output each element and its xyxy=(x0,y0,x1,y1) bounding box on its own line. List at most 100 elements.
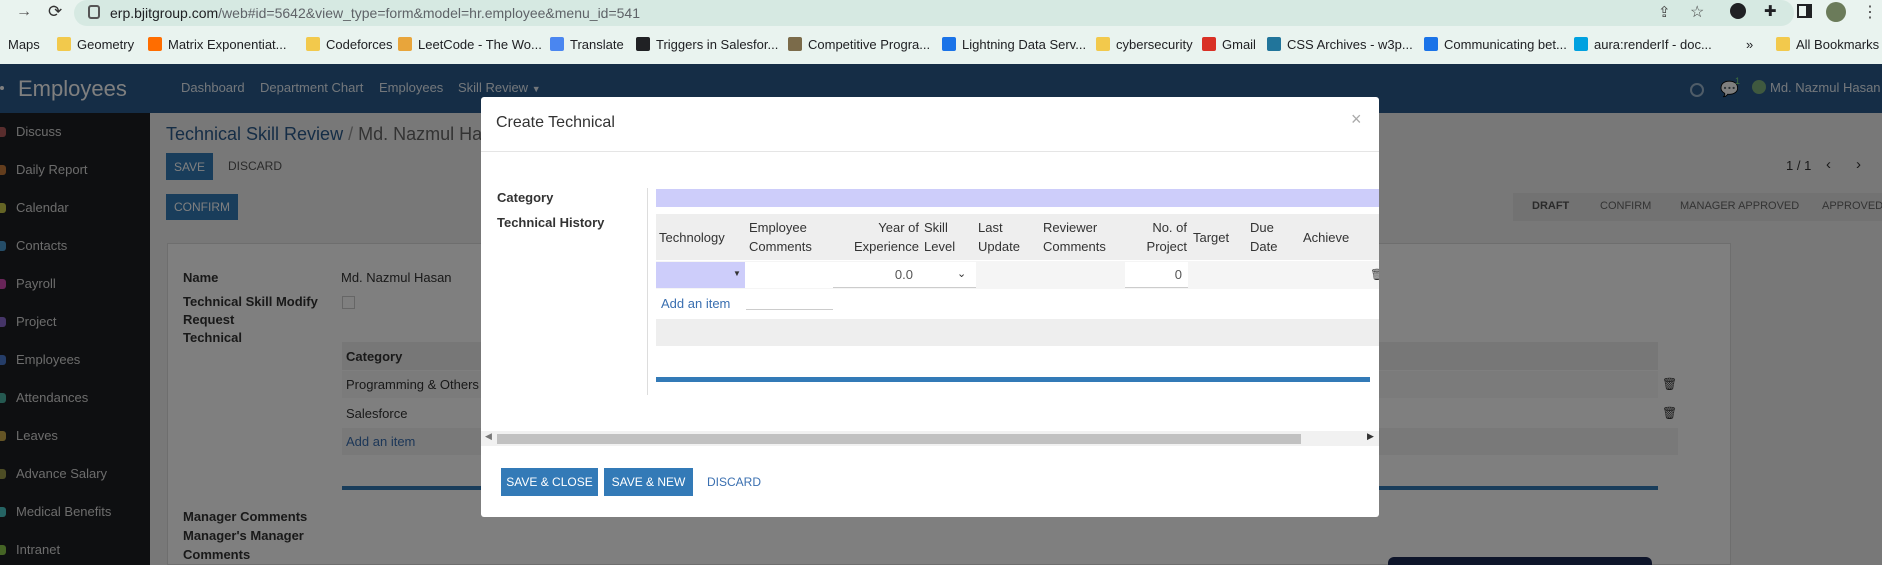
translate-icon xyxy=(550,37,564,51)
cybersecurity-icon xyxy=(1096,37,1110,51)
star-icon[interactable]: ☆ xyxy=(1690,2,1704,22)
bookmark-cybersecurity[interactable]: cybersecurity xyxy=(1096,37,1193,52)
column-header[interactable]: Year of Experience xyxy=(833,218,919,256)
column-header-line: Achieve xyxy=(1303,230,1350,245)
save-close-button[interactable]: SAVE & CLOSE xyxy=(501,468,598,496)
bookmark-label: Translate xyxy=(570,37,624,52)
skill-level-select[interactable] xyxy=(920,262,976,288)
column-header[interactable]: Reviewer Comments xyxy=(1043,218,1123,256)
column-header-line: Comments xyxy=(749,239,812,254)
employee-comments-input[interactable] xyxy=(745,262,833,288)
matrix-exponentiation-icon xyxy=(148,37,162,51)
bookmark-lightning-data-service[interactable]: Lightning Data Serv... xyxy=(942,37,1086,52)
reload-icon[interactable]: ⟳ xyxy=(48,2,62,22)
forward-icon[interactable]: → xyxy=(16,3,32,21)
column-header[interactable]: Last Update xyxy=(978,218,1042,256)
url-text: erp.bjitgroup.com/web#id=5642&view_type=… xyxy=(110,5,641,21)
triggers-salesforce-icon xyxy=(636,37,650,51)
close-icon[interactable]: × xyxy=(1351,109,1362,130)
column-header-line: Project xyxy=(1146,239,1187,254)
column-header-line: Due xyxy=(1250,220,1274,235)
bookmark-label: Geometry xyxy=(77,37,135,52)
history-table-bottom-bar xyxy=(656,377,1370,382)
bookmark-aura-renderif[interactable]: aura:renderIf - doc... xyxy=(1574,37,1712,52)
gmail-icon xyxy=(1202,37,1216,51)
column-header-line: Last xyxy=(978,220,1003,235)
bookmark-communicating-between[interactable]: Communicating bet... xyxy=(1424,37,1567,52)
scroll-right-icon[interactable]: ▶ xyxy=(1367,431,1374,442)
share-icon[interactable]: ⇪ xyxy=(1658,3,1671,21)
scroll-left-icon[interactable]: ◀ xyxy=(485,431,492,442)
category-label: Category xyxy=(497,190,554,205)
all-bookmarks[interactable]: All Bookmarks xyxy=(1776,37,1879,52)
column-header-line: Skill xyxy=(924,220,948,235)
column-header-line: Technology xyxy=(659,230,725,245)
profile-avatar[interactable] xyxy=(1826,2,1846,22)
caret-down-icon: ▼ xyxy=(733,269,741,278)
column-header[interactable]: No. of Project xyxy=(1125,218,1187,256)
bookmark-label: Lightning Data Serv... xyxy=(962,37,1087,52)
no-of-project-input[interactable]: 0 xyxy=(1125,262,1188,288)
bookmark-maps[interactable]: Maps xyxy=(8,37,40,52)
column-header-line: Update xyxy=(978,239,1020,254)
bookmark-gmail[interactable]: Gmail xyxy=(1202,37,1256,52)
bookmark-label: Gmail xyxy=(1222,37,1256,52)
column-header-line: Target xyxy=(1193,230,1230,245)
category-input[interactable] xyxy=(656,189,1379,207)
add-item-underline xyxy=(746,309,833,310)
column-header-line: Employee xyxy=(749,220,807,235)
folder-icon xyxy=(1776,37,1790,51)
bookmark-leetcode[interactable]: LeetCode - The Wo... xyxy=(398,37,542,52)
puzzle-icon[interactable]: ✚ xyxy=(1764,2,1777,20)
bookmark-competitive-programming[interactable]: Competitive Progra... xyxy=(788,37,930,52)
column-header[interactable]: Skill Level xyxy=(924,218,976,256)
bookmark-triggers-salesforce[interactable]: Triggers in Salesfor... xyxy=(636,37,778,52)
bookmark-label: cybersecurity xyxy=(1116,37,1193,52)
create-technical-dialog: Create Technical × Category Technical Hi… xyxy=(481,97,1379,517)
bookmarks-more[interactable]: » xyxy=(1746,37,1753,52)
bookmark-label: Triggers in Salesfor... xyxy=(656,37,779,52)
sidepanel-icon[interactable] xyxy=(1797,4,1812,18)
column-header-line: Year of xyxy=(878,220,919,235)
column-header[interactable]: Target xyxy=(1193,228,1249,247)
column-header-line: No. of xyxy=(1152,220,1187,235)
column-header-line: Reviewer xyxy=(1043,220,1098,235)
bookmark-translate[interactable]: Translate xyxy=(550,37,624,52)
column-header[interactable]: Achieve xyxy=(1303,228,1373,247)
technology-select[interactable] xyxy=(656,262,745,288)
leetcode-icon xyxy=(398,37,412,51)
bookmark-css-archives[interactable]: CSS Archives - w3p... xyxy=(1267,37,1413,52)
column-header[interactable]: Employee Comments xyxy=(749,218,833,256)
modal-header-divider xyxy=(481,151,1379,152)
lightning-data-service-icon xyxy=(942,37,956,51)
column-header[interactable]: Due Date xyxy=(1250,218,1302,256)
technical-history-label: Technical History xyxy=(497,215,605,230)
add-item-link[interactable]: Add an item xyxy=(661,296,730,311)
modal-title: Create Technical xyxy=(496,114,615,131)
field-divider xyxy=(647,188,648,395)
bookmark-matrix-exponentiation[interactable]: Matrix Exponentiat... xyxy=(148,37,287,52)
menu-icon[interactable]: ⋮ xyxy=(1862,2,1878,22)
history-table-footer xyxy=(656,319,1379,346)
scrollbar-thumb[interactable] xyxy=(497,434,1301,444)
column-header-line: Comments xyxy=(1043,239,1106,254)
column-header-line: Date xyxy=(1250,239,1278,254)
modal-discard-button[interactable]: DISCARD xyxy=(707,475,761,489)
trash-icon[interactable]: 🗑 xyxy=(1370,268,1379,281)
year-of-experience-input[interactable]: 0.0 xyxy=(833,262,920,288)
site-info-icon[interactable] xyxy=(88,5,100,19)
save-new-button[interactable]: SAVE & NEW xyxy=(604,468,693,496)
bookmark-label: Matrix Exponentiat... xyxy=(168,37,287,52)
bookmark-label: aura:renderIf - doc... xyxy=(1594,37,1712,52)
bookmark-label: CSS Archives - w3p... xyxy=(1287,37,1413,52)
column-header[interactable]: Technology xyxy=(659,228,747,247)
bookmark-label: Codeforces xyxy=(326,37,393,52)
aura-renderif-icon xyxy=(1574,37,1588,51)
column-header-line: Experience xyxy=(853,239,919,254)
bookmark-codeforces[interactable]: Codeforces xyxy=(306,37,392,52)
extension-icon[interactable] xyxy=(1730,3,1746,19)
chevron-down-icon: ⌄ xyxy=(957,268,967,280)
bookmark-geometry[interactable]: Geometry xyxy=(57,37,134,52)
communicating-between-icon xyxy=(1424,37,1438,51)
bookmark-label: LeetCode - The Wo... xyxy=(418,37,542,52)
